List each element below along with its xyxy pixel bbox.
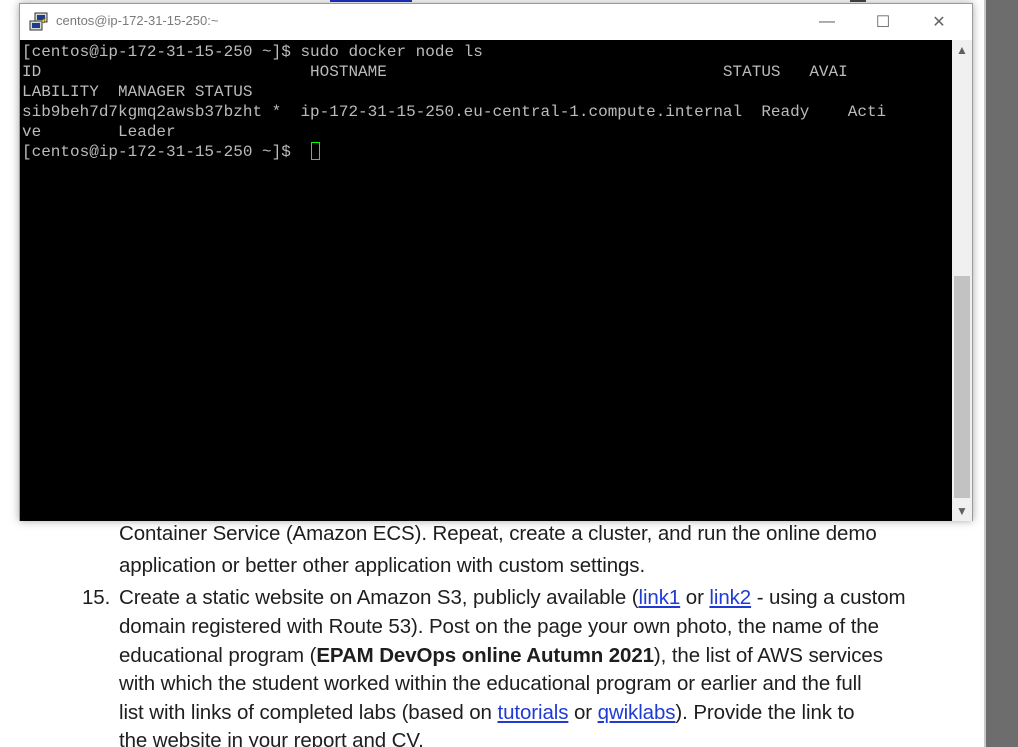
terminal-cursor xyxy=(311,142,320,160)
terminal-line: [centos@ip-172-31-15-250 ~]$ sudo docker… xyxy=(22,43,483,61)
minimize-icon: — xyxy=(819,13,835,30)
doc-text: educational program ( xyxy=(119,644,317,667)
doc-text: Container Service (Amazon ECS). Repeat, … xyxy=(119,522,877,545)
doc-line: domain registered with Route 53). Post o… xyxy=(119,612,924,641)
doc-text: domain registered with Route 53). Post o… xyxy=(119,615,879,638)
doc-text: the website in your report and CV. xyxy=(119,729,424,747)
terminal-line: LABILITY MANAGER STATUS xyxy=(22,83,253,101)
doc-top-text-fragment xyxy=(850,0,866,2)
doc-line: the website in your report and CV. xyxy=(119,726,924,747)
terminal-screen[interactable]: [centos@ip-172-31-15-250 ~]$ sudo docker… xyxy=(20,40,952,521)
terminal-scrollbar[interactable]: ▲ ▼ xyxy=(952,40,972,521)
maximize-button[interactable]: ☐ xyxy=(860,4,906,40)
doc-line: list with links of completed labs (based… xyxy=(119,698,924,727)
doc-line: educational program (EPAM DevOps online … xyxy=(119,641,924,670)
doc-text: or xyxy=(680,586,710,609)
link1-link[interactable]: link1 xyxy=(639,586,681,609)
close-button[interactable]: ✕ xyxy=(916,4,962,40)
tutorials-link[interactable]: tutorials xyxy=(497,701,568,724)
doc-text: - using a custom xyxy=(751,586,906,609)
doc-text: application or better other application … xyxy=(119,554,646,577)
chevron-up-icon: ▲ xyxy=(956,43,968,57)
window-title: centos@ip-172-31-15-250:~ xyxy=(56,13,219,28)
scroll-down-button[interactable]: ▼ xyxy=(952,501,972,521)
program-name: EPAM DevOps online Autumn 2021 xyxy=(316,644,654,667)
maximize-icon: ☐ xyxy=(875,14,891,31)
doc-text: list with links of completed labs (based… xyxy=(119,701,498,724)
doc-line: application or better other application … xyxy=(119,551,924,580)
putty-icon xyxy=(29,12,48,31)
scroll-up-button[interactable]: ▲ xyxy=(952,40,972,60)
terminal-line: sib9beh7d7kgmq2awsb37bzht * ip-172-31-15… xyxy=(22,103,887,121)
terminal-line: ID HOSTNAME STATUS AVAI xyxy=(22,63,848,81)
doc-text: ), the list of AWS services xyxy=(653,644,883,667)
putty-window[interactable]: centos@ip-172-31-15-250:~ — ☐ ✕ [centos@… xyxy=(19,3,973,521)
close-icon: ✕ xyxy=(932,14,946,31)
doc-top-link-fragment[interactable] xyxy=(330,0,412,2)
link2-link[interactable]: link2 xyxy=(709,586,751,609)
app-side-panel xyxy=(986,0,1018,747)
terminal-line: ve Leader xyxy=(22,123,176,141)
list-item-number: 15. xyxy=(82,586,111,609)
terminal-prompt-line: [centos@ip-172-31-15-250 ~]$ xyxy=(22,143,301,161)
doc-text: Create a static website on Amazon S3, pu… xyxy=(119,586,639,609)
doc-line: with which the student worked within the… xyxy=(119,669,924,698)
chevron-down-icon: ▼ xyxy=(956,504,968,518)
window-titlebar[interactable]: centos@ip-172-31-15-250:~ — ☐ ✕ xyxy=(20,4,972,40)
doc-text: or xyxy=(568,701,598,724)
doc-list-item-15: 15. Create a static website on Amazon S3,… xyxy=(82,583,924,612)
minimize-button[interactable]: — xyxy=(804,4,850,40)
doc-text: with which the student worked within the… xyxy=(119,672,862,695)
qwiklabs-link[interactable]: qwiklabs xyxy=(598,701,676,724)
doc-line: Container Service (Amazon ECS). Repeat, … xyxy=(119,519,924,548)
scrollbar-thumb[interactable] xyxy=(954,276,970,498)
doc-text: ). Provide the link to xyxy=(675,701,855,724)
